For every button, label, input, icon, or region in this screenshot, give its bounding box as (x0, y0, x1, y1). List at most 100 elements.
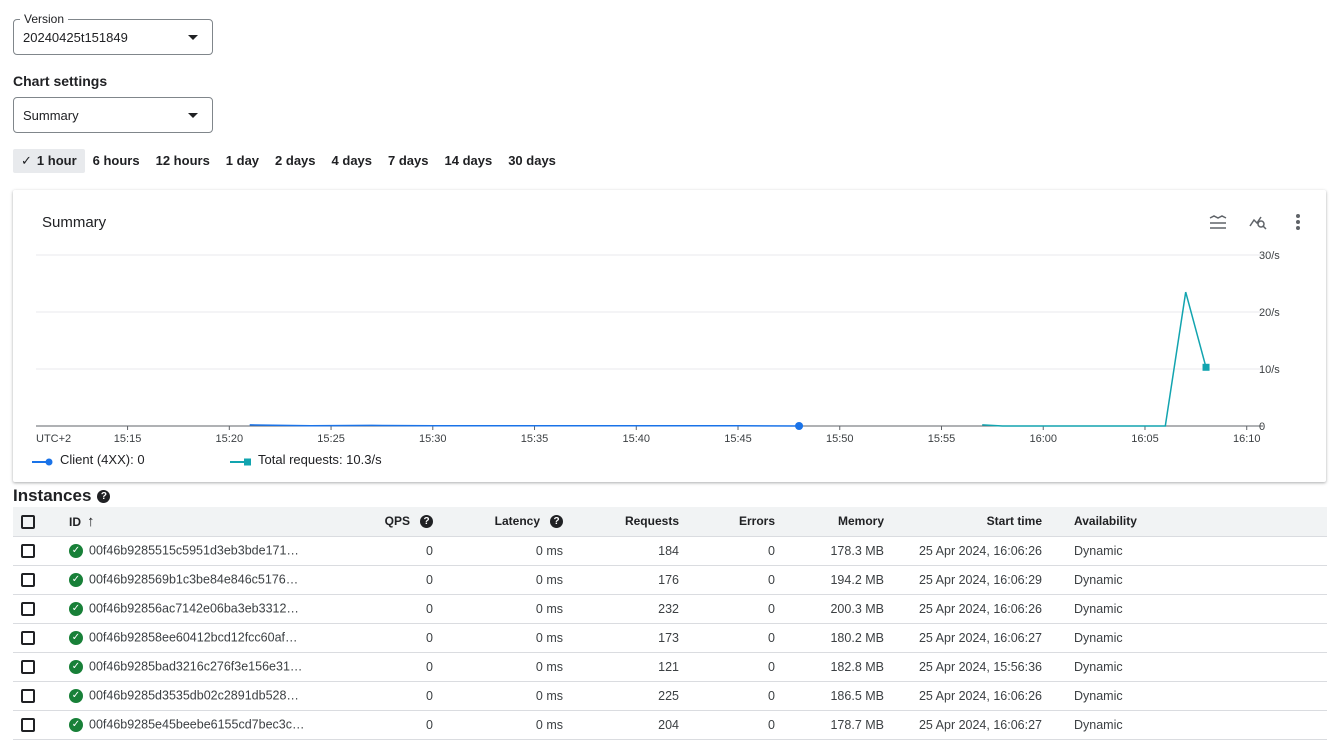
help-icon[interactable]: ? (550, 514, 563, 528)
qps-cell: 0 (351, 652, 441, 682)
time-range-1-day[interactable]: 1 day (218, 149, 267, 173)
x-tick-label: 15:25 (317, 433, 345, 445)
latency-cell: 0 ms (441, 594, 571, 624)
row-select-cell (13, 536, 61, 566)
time-range-12-hours[interactable]: 12 hours (148, 149, 218, 173)
help-icon[interactable]: ? (97, 489, 111, 503)
x-tick-label: 15:45 (724, 433, 752, 445)
requests-cell: 176 (571, 565, 687, 595)
x-tick-label: 16:00 (1029, 433, 1057, 445)
time-range-4-days[interactable]: 4 days (324, 149, 380, 173)
start-time-cell: 25 Apr 2024, 16:06:26 (892, 681, 1050, 711)
row-checkbox[interactable] (21, 659, 35, 674)
latency-cell: 0 ms (441, 652, 571, 682)
summary-chart: 0 10/s 20/s 30/s UTC+2 15:15 15:20 15:25 15:30 15… (36, 250, 1280, 445)
start-time-cell: 25 Apr 2024, 16:06:29 (892, 565, 1050, 595)
column-header-availability[interactable]: Availability (1050, 507, 1327, 537)
latency-cell: 0 ms (441, 710, 571, 740)
table-row[interactable]: ✓ 00f46b9285515c5951d3eb3bde171… 0 0 ms 184 0… (13, 536, 1327, 566)
x-tick-label: 15:15 (114, 433, 142, 445)
dropdown-caret-icon (188, 113, 198, 118)
column-header-errors[interactable]: Errors (687, 507, 783, 537)
select-all-checkbox[interactable] (21, 514, 35, 529)
memory-cell: 178.7 MB (783, 710, 892, 740)
table-row[interactable]: ✓ 00f46b92856ac7142e06ba3eb3312… 0 0 ms 232 0… (13, 594, 1327, 624)
instance-id-link[interactable]: 00f46b9285e45beebe6155cd7bec3c… (89, 718, 304, 732)
column-header-id[interactable]: ID ↑ (61, 507, 351, 537)
latency-cell: 0 ms (441, 536, 571, 566)
more-vert-icon[interactable] (1288, 212, 1308, 232)
series-marker-total-requests (1202, 363, 1210, 371)
x-tick-label: 15:40 (623, 433, 651, 445)
requests-cell: 232 (571, 594, 687, 624)
instance-id-link[interactable]: 00f46b9285bad3216c276f3e156e31… (89, 660, 302, 674)
table-row[interactable]: ✓ 00f46b928569b1c3be84e846c5176… 0 0 ms 176 0… (13, 565, 1327, 595)
row-checkbox[interactable] (21, 543, 35, 558)
row-checkbox[interactable] (21, 630, 35, 645)
row-checkbox[interactable] (21, 572, 35, 587)
instances-table: ID ↑ QPS? Latency? Requests Errors Memory… (13, 507, 1327, 740)
time-range-1-hour[interactable]: ✓ 1 hour (13, 149, 85, 173)
column-header-latency[interactable]: Latency? (441, 507, 571, 537)
errors-cell: 0 (687, 536, 783, 566)
explore-chart-icon[interactable] (1248, 212, 1268, 232)
requests-cell: 184 (571, 536, 687, 566)
time-range-30-days[interactable]: 30 days (500, 149, 564, 173)
x-tick-label: 15:20 (216, 433, 244, 445)
memory-cell: 180.2 MB (783, 623, 892, 653)
start-time-cell: 25 Apr 2024, 16:06:26 (892, 536, 1050, 566)
row-checkbox[interactable] (21, 717, 35, 732)
compare-lines-icon[interactable] (1208, 212, 1228, 232)
instance-id-link[interactable]: 00f46b928569b1c3be84e846c5176… (89, 573, 298, 587)
y-tick-label: 20/s (1259, 307, 1280, 319)
summary-chart-card: 0 10/s 20/s 30/s UTC+2 15:15 15:20 15:25 15:30 15… (13, 190, 1326, 482)
dropdown-caret-icon (188, 35, 198, 40)
time-range-6-hours[interactable]: 6 hours (85, 149, 148, 173)
memory-cell: 178.3 MB (783, 536, 892, 566)
availability-cell: Dynamic (1050, 536, 1327, 566)
chart-settings-select[interactable]: Summary (13, 97, 213, 133)
time-range-7-days[interactable]: 7 days (380, 149, 436, 173)
errors-cell: 0 (687, 710, 783, 740)
time-range-14-days[interactable]: 14 days (437, 149, 501, 173)
time-range-selector: ✓ 1 hour 6 hours 12 hours 1 day 2 days 4 days 7… (13, 149, 564, 173)
row-select-cell (13, 710, 61, 740)
version-select-value: 20240425t151849 (23, 30, 128, 45)
memory-cell: 182.8 MB (783, 652, 892, 682)
version-select[interactable]: Version 20240425t151849 (13, 12, 213, 55)
table-row[interactable]: ✓ 00f46b9285e45beebe6155cd7bec3c… 0 0 ms 204… (13, 710, 1327, 740)
column-header-requests[interactable]: Requests (571, 507, 687, 537)
instance-id-link[interactable]: 00f46b92856ac7142e06ba3eb3312… (89, 602, 299, 616)
errors-cell: 0 (687, 565, 783, 595)
instance-id-link[interactable]: 00f46b9285515c5951d3eb3bde171… (89, 544, 299, 558)
table-row[interactable]: ✓ 00f46b9285d3535db02c2891db528… 0 0 ms 225 0… (13, 681, 1327, 711)
help-icon[interactable]: ? (420, 514, 433, 528)
row-checkbox[interactable] (21, 688, 35, 703)
errors-cell: 0 (687, 594, 783, 624)
series-marker-client-4xx (795, 422, 804, 430)
column-header-memory[interactable]: Memory (783, 507, 892, 537)
time-range-2-days[interactable]: 2 days (267, 149, 323, 173)
requests-cell: 173 (571, 623, 687, 653)
table-row[interactable]: ✓ 00f46b9285bad3216c276f3e156e31… 0 0 ms 121… (13, 652, 1327, 682)
column-header-qps[interactable]: QPS? (351, 507, 441, 537)
column-header-start-time[interactable]: Start time (892, 507, 1050, 537)
qps-cell: 0 (351, 681, 441, 711)
instance-id-cell: ✓ 00f46b928569b1c3be84e846c5176… (61, 565, 351, 595)
instance-id-link[interactable]: 00f46b9285d3535db02c2891db528… (89, 689, 299, 703)
row-select-cell (13, 652, 61, 682)
instance-id-cell: ✓ 00f46b9285e45beebe6155cd7bec3c… (61, 710, 351, 740)
instance-id-link[interactable]: 00f46b92858ee60412bcd12fcc60af… (89, 631, 298, 645)
table-row[interactable]: ✓ 00f46b92858ee60412bcd12fcc60af… 0 0 ms 173… (13, 623, 1327, 653)
row-select-cell (13, 623, 61, 653)
row-select-cell (13, 681, 61, 711)
requests-cell: 121 (571, 652, 687, 682)
qps-cell: 0 (351, 594, 441, 624)
legend-item-client-4xx[interactable]: Client (4XX): 0 (32, 452, 145, 467)
select-all-cell (13, 507, 61, 537)
row-checkbox[interactable] (21, 601, 35, 616)
legend-item-total-requests[interactable]: Total requests: 10.3/s (230, 452, 382, 467)
legend-value: 10.3/s (346, 452, 382, 467)
availability-cell: Dynamic (1050, 710, 1327, 740)
latency-cell: 0 ms (441, 681, 571, 711)
